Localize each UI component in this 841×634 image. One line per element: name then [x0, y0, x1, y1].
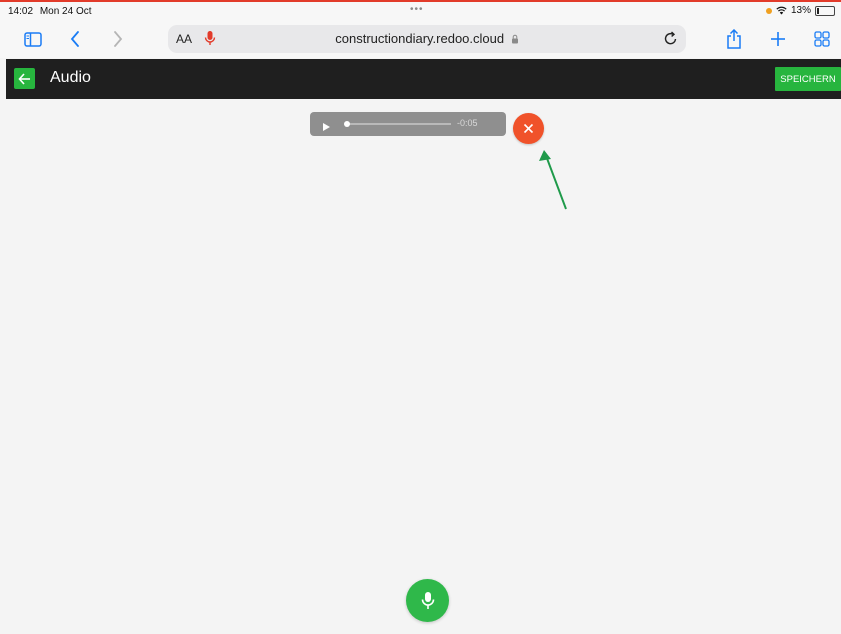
audio-player: -0:05: [310, 112, 506, 136]
app-header: Audio SPEICHERN: [6, 59, 841, 99]
annotation-arrow-icon: [539, 150, 567, 210]
status-bar: 14:02 Mon 24 Oct ••• 13%: [0, 2, 841, 20]
sidebar-icon[interactable]: [24, 26, 42, 52]
status-date: Mon 24 Oct: [39, 6, 92, 17]
progress-handle[interactable]: [344, 121, 350, 127]
remaining-time: -0:05: [457, 118, 478, 128]
wifi-icon: [776, 6, 787, 15]
play-icon[interactable]: [322, 119, 331, 137]
share-icon[interactable]: [726, 26, 742, 52]
close-icon: [523, 123, 534, 134]
url-text[interactable]: constructiondiary.redoo.cloud: [168, 31, 686, 46]
battery-icon: [815, 5, 835, 16]
back-button[interactable]: [14, 68, 35, 89]
url-value: constructiondiary.redoo.cloud: [335, 31, 505, 46]
multitask-dots[interactable]: •••: [410, 4, 424, 15]
plus-icon[interactable]: [770, 26, 786, 52]
page-title: Audio: [50, 69, 91, 86]
microphone-icon: [421, 591, 434, 609]
tabs-icon[interactable]: [814, 26, 830, 52]
delete-recording-button[interactable]: [513, 113, 544, 144]
lock-icon: [511, 34, 518, 44]
battery-percent: 13%: [790, 5, 811, 16]
status-clock: 14:02: [8, 6, 34, 17]
status-right: 13%: [765, 5, 835, 16]
reload-icon[interactable]: [663, 30, 678, 51]
arrow-left-icon: [18, 72, 30, 85]
status-time: 14:02 Mon 24 Oct: [8, 6, 92, 17]
forward-icon[interactable]: [113, 26, 123, 52]
browser-toolbar: AA constructiondiary.redoo.cloud: [0, 20, 841, 58]
recording-indicator-icon: [765, 7, 772, 14]
save-button[interactable]: SPEICHERN: [775, 67, 841, 91]
address-bar[interactable]: AA constructiondiary.redoo.cloud: [168, 25, 686, 53]
record-button[interactable]: [406, 579, 449, 622]
back-icon[interactable]: [70, 26, 80, 52]
progress-track[interactable]: [345, 123, 451, 125]
